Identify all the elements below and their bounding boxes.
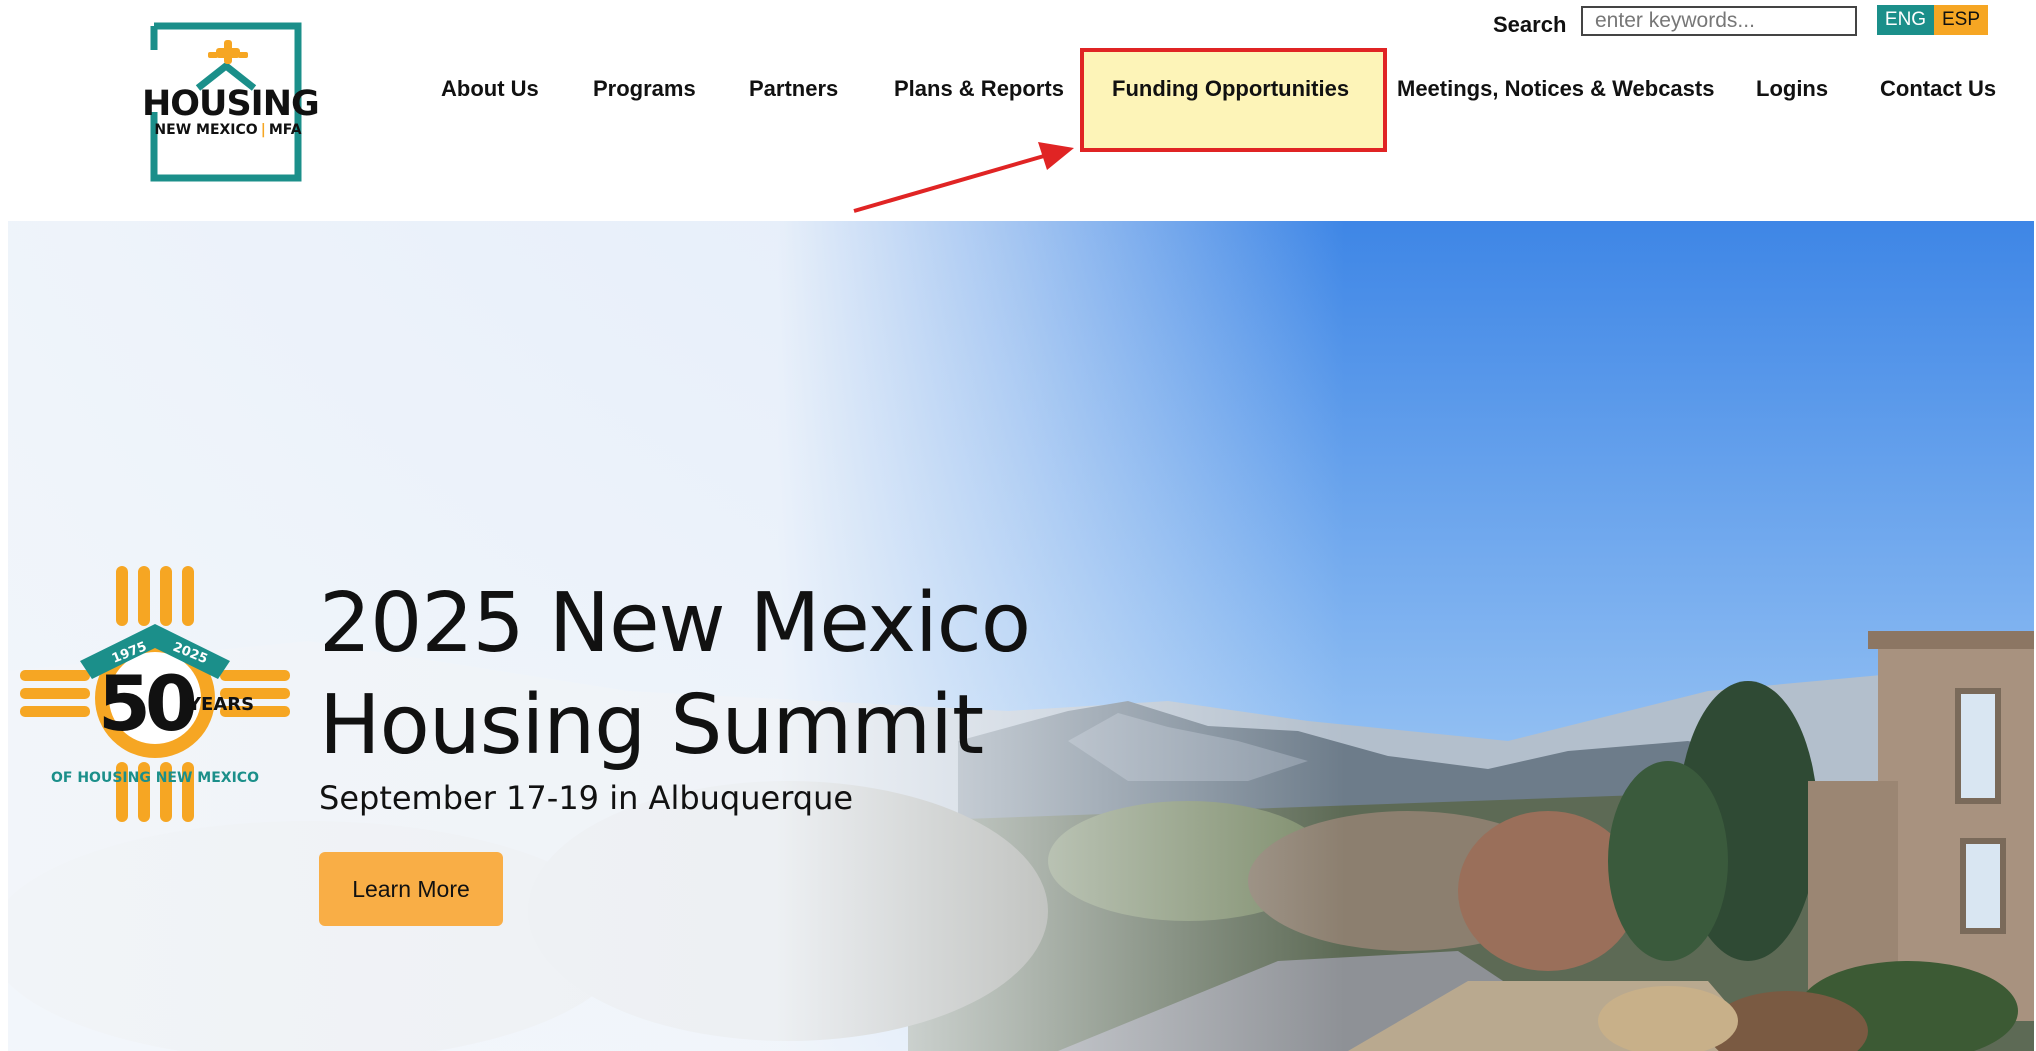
search-input[interactable] xyxy=(1581,6,1857,36)
logo-subtitle: NEW MEXICO | MFA xyxy=(142,122,314,138)
hero-title: 2025 New Mexico Housing Summit xyxy=(319,573,1031,777)
logo-subtitle-right: MFA xyxy=(268,122,302,138)
nav-item-contact-us[interactable]: Contact Us xyxy=(1880,76,1996,102)
nav-item-logins[interactable]: Logins xyxy=(1756,76,1828,102)
site-header: HOUSING NEW MEXICO|MFA Search ENG ESP Ab… xyxy=(0,0,2036,221)
hero-banner: 1975 2025 50 YEARS OF HOUSING NEW MEXICO… xyxy=(8,221,2034,1051)
nav-item-plans-reports[interactable]: Plans & Reports xyxy=(894,76,1064,102)
nav-item-partners[interactable]: Partners xyxy=(749,76,838,102)
nav-item-programs[interactable]: Programs xyxy=(593,76,696,102)
language-spanish-button[interactable]: ESP xyxy=(1934,5,1988,35)
search-label: Search xyxy=(1493,12,1567,37)
logo-subtitle-separator: | xyxy=(260,122,266,138)
badge-number: 50 xyxy=(98,659,198,748)
badge-tagline: OF HOUSING NEW MEXICO xyxy=(51,770,259,786)
hero-subtitle: September 17-19 in Albuquerque xyxy=(319,779,854,817)
badge-years-label: YEARS xyxy=(188,694,255,715)
nav-item-about-us[interactable]: About Us xyxy=(441,76,539,102)
hero-title-line-1: 2025 New Mexico xyxy=(319,576,1031,671)
learn-more-button[interactable]: Learn More xyxy=(319,852,503,926)
logo-subtitle-left: NEW MEXICO xyxy=(154,122,258,138)
nav-item-funding-opportunities[interactable]: Funding Opportunities xyxy=(1112,76,1349,102)
nav-item-meetings-notices-webcasts[interactable]: Meetings, Notices & Webcasts xyxy=(1397,76,1714,102)
housing-nm-mfa-logo[interactable]: HOUSING NEW MEXICO | MFA xyxy=(138,22,320,194)
fifty-years-badge: 1975 2025 50 YEARS OF HOUSING NEW MEXICO xyxy=(20,566,290,822)
language-english-button[interactable]: ENG xyxy=(1877,5,1934,35)
hero-title-line-2: Housing Summit xyxy=(319,678,984,773)
logo-wordmark: HOUSING xyxy=(142,84,320,124)
